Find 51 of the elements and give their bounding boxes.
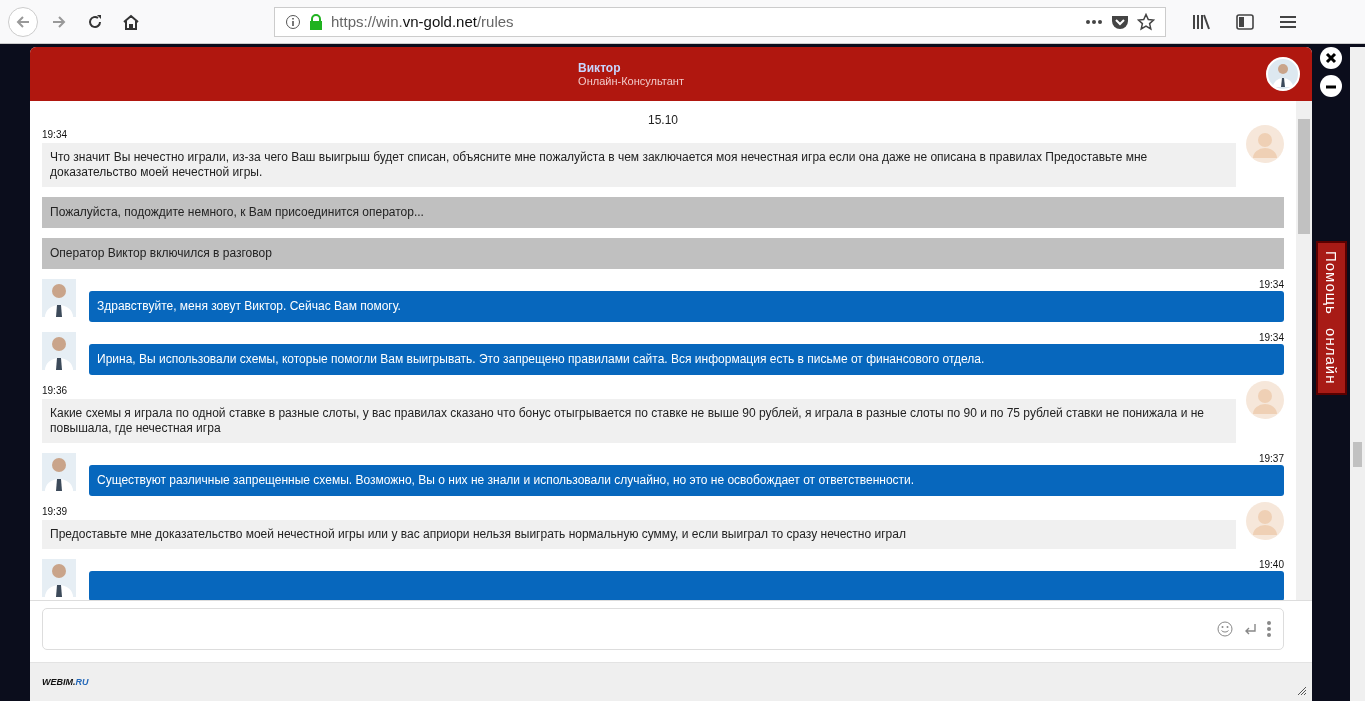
operator-role: Онлайн-Консультант bbox=[578, 75, 684, 87]
user-avatar-icon bbox=[1246, 381, 1284, 419]
message-time: 19:37 bbox=[1258, 453, 1284, 464]
message-time: 19:34 bbox=[1258, 279, 1284, 290]
library-icon[interactable] bbox=[1192, 13, 1210, 30]
star-icon[interactable] bbox=[1137, 12, 1155, 31]
operator-avatar-icon bbox=[42, 332, 76, 370]
pocket-icon[interactable] bbox=[1111, 13, 1129, 30]
operator-message: Ирина, Вы использовали схемы, которые помогли Вам выигрывать. Это запрещено правилами сайта. Вся информация есть в письме от финансового отдела. bbox=[89, 344, 1284, 375]
smiley-icon[interactable] bbox=[1217, 621, 1233, 637]
message-time: 19:34 bbox=[42, 129, 69, 140]
more-options-icon[interactable] bbox=[1267, 621, 1271, 637]
more-icon[interactable] bbox=[1085, 18, 1103, 25]
resize-grip-icon[interactable] bbox=[1298, 687, 1306, 695]
reload-icon bbox=[86, 12, 104, 31]
back-button[interactable] bbox=[8, 6, 38, 37]
url-text: https://win.vn-gold.net/rules bbox=[331, 13, 514, 30]
visitor-message: Какие схемы я играла по одной ставке в разные слоты, у вас правилах сказано что бонус отыгрывается по ставке не выше 90 рублей, я играла в разные слоты по 90 и по 75 рублей ставки не понижала и не повышала, где нечестная игра bbox=[42, 399, 1236, 443]
webim-logo[interactable]: WEBIM.RU bbox=[42, 677, 89, 687]
address-bar[interactable]: https://win.vn-gold.net/rules bbox=[274, 6, 1166, 37]
operator-name: Виктор bbox=[578, 61, 622, 75]
operator-avatar-icon bbox=[1266, 57, 1300, 91]
scrollbar[interactable] bbox=[1296, 101, 1312, 600]
lock-icon bbox=[309, 13, 323, 30]
message-time: 19:40 bbox=[1258, 559, 1284, 570]
system-message: Оператор Виктор включился в разговор bbox=[42, 238, 1284, 269]
visitor-message: Что значит Вы нечестно играли, из-за чего Ваш выигрыш будет списан, объясните мне пожалуйста в чем заключается моя нечестная игра если она даже не описана в правилах Предоставьте мне доказательство моей нечестной игры. bbox=[42, 143, 1236, 187]
home-icon bbox=[122, 12, 140, 31]
date-label: 15.10 bbox=[647, 113, 679, 127]
message-time: 19:39 bbox=[42, 506, 69, 517]
help-online-tab[interactable]: Помощь онлайн bbox=[1315, 241, 1347, 395]
page-scrollbar[interactable] bbox=[1350, 47, 1365, 701]
user-avatar-icon bbox=[1246, 125, 1284, 163]
system-message: Пожалуйста, подождите немного, к Вам присоединится оператор... bbox=[42, 197, 1284, 228]
operator-avatar-icon bbox=[42, 279, 76, 317]
message-input[interactable] bbox=[42, 608, 1284, 650]
enter-icon[interactable] bbox=[1243, 623, 1257, 635]
minimize-button[interactable] bbox=[1320, 75, 1342, 97]
info-icon bbox=[285, 13, 301, 30]
sidebar-icon[interactable] bbox=[1236, 13, 1254, 30]
message-time: 19:36 bbox=[42, 385, 69, 396]
operator-avatar-icon bbox=[42, 559, 76, 597]
close-icon bbox=[1325, 52, 1337, 64]
visitor-message: Предоставьте мне доказательство моей нечестной игры или у вас априори нельзя выиграть нормальную сумму, и если выиграл то сразу нечестно играл bbox=[42, 520, 1236, 549]
operator-message: Существуют различные запрещенные схемы. Возможно, Вы о них не знали и использовали случайно, но это не освобождает от ответственности. bbox=[89, 465, 1284, 496]
user-avatar-icon bbox=[1246, 502, 1284, 540]
message-time: 19:34 bbox=[1258, 332, 1284, 343]
close-button[interactable] bbox=[1320, 47, 1342, 69]
menu-icon[interactable] bbox=[1280, 14, 1296, 29]
operator-message: Здравствуйте, меня зовут Виктор. Сейчас Вам помогу. bbox=[89, 291, 1284, 322]
operator-avatar-icon bbox=[42, 453, 76, 491]
